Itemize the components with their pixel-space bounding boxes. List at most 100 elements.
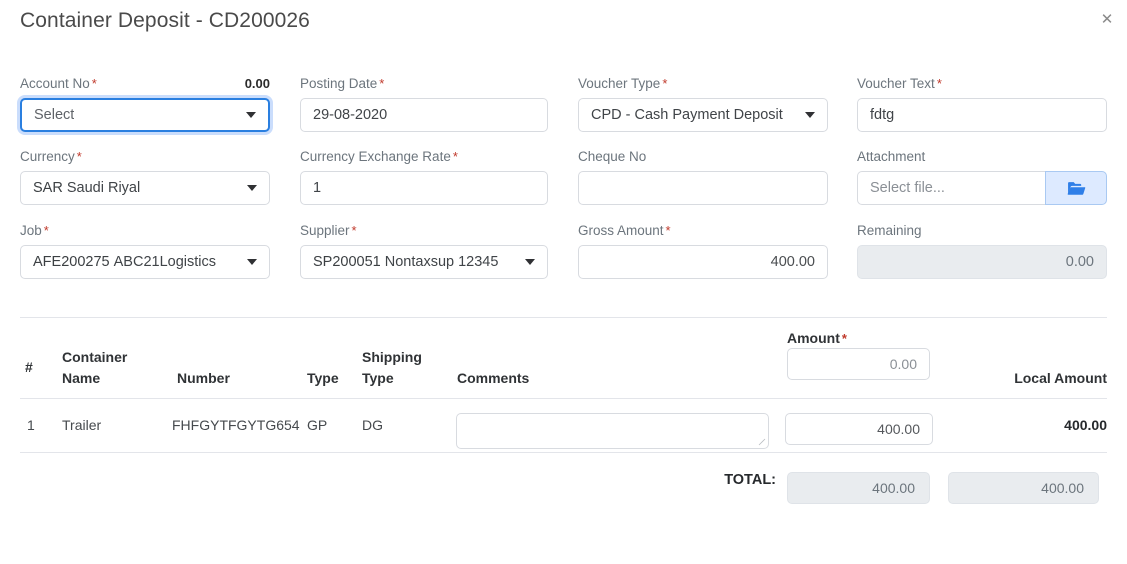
posting-date-input[interactable]: 29-08-2020 <box>300 98 548 132</box>
account-no-value: Select <box>34 107 75 123</box>
th-container-name-line2: Name <box>62 370 101 386</box>
field-supplier: Supplier * SP200051 Nontaxsup 12345 <box>300 223 548 279</box>
account-no-label: Account No * 0.00 <box>20 76 270 91</box>
table-header-divider <box>20 398 1107 399</box>
total-label: TOTAL: <box>724 472 776 488</box>
required-marker: * <box>76 149 82 164</box>
voucher-type-select[interactable]: CPD - Cash Payment Deposit <box>578 98 828 132</box>
field-attachment: Attachment Select file... <box>857 149 1107 205</box>
required-marker: * <box>452 149 458 164</box>
total-local-amount-field: 400.00 <box>948 472 1099 504</box>
total-amount-value: 400.00 <box>872 480 915 496</box>
attachment-label: Attachment <box>857 149 926 164</box>
required-marker: * <box>91 76 97 91</box>
gross-amount-label: Gross Amount * <box>578 223 671 238</box>
voucher-text-value: fdtg <box>870 107 895 123</box>
currency-exchange-rate-value: 1 <box>313 180 322 196</box>
th-container-name-line1: Container <box>62 349 128 365</box>
attachment-control: Select file... <box>857 171 1107 205</box>
currency-exchange-rate-label: Currency Exchange Rate * <box>300 149 458 164</box>
account-no-select[interactable]: Select <box>20 98 270 132</box>
th-amount: Amount * <box>787 330 847 346</box>
total-amount-field: 400.00 <box>787 472 930 504</box>
chevron-down-icon <box>525 259 535 265</box>
container-deposit-dialog: Container Deposit - CD200026 ✕ Account N… <box>0 0 1127 564</box>
cell-local-amount: 400.00 <box>1064 417 1107 433</box>
remaining-value: 0.00 <box>1065 254 1094 270</box>
chevron-down-icon <box>247 185 257 191</box>
th-local-amount: Local Amount <box>1014 370 1107 386</box>
cell-index: 1 <box>27 417 35 433</box>
currency-label: Currency * <box>20 149 82 164</box>
field-remaining: Remaining 0.00 <box>857 223 1107 279</box>
field-voucher-type: Voucher Type * CPD - Cash Payment Deposit <box>578 76 828 132</box>
table-row: 1 Trailer FHFGYTFGYTG654 GP DG 400.00 40… <box>0 408 1127 450</box>
folder-open-icon <box>1067 181 1085 195</box>
cell-container-name: Trailer <box>62 417 102 433</box>
field-gross-amount: Gross Amount * 400.00 <box>578 223 828 279</box>
posting-date-label: Posting Date * <box>300 76 385 91</box>
cell-type: GP <box>307 417 328 433</box>
section-divider-top <box>20 317 1107 318</box>
job-label: Job * <box>20 223 49 238</box>
required-marker: * <box>665 223 671 238</box>
required-marker: * <box>936 76 942 91</box>
th-comments: Comments <box>457 370 530 386</box>
job-select[interactable]: AFE200275 ABC21Logistics <box>20 245 270 279</box>
cheque-no-label: Cheque No <box>578 149 647 164</box>
attachment-browse-button[interactable] <box>1045 171 1107 205</box>
supplier-name: Nontaxsup 12345 <box>384 254 499 270</box>
field-currency: Currency * SAR Saudi Riyal <box>20 149 270 205</box>
field-cheque-no: Cheque No <box>578 149 828 205</box>
field-voucher-text: Voucher Text * fdtg <box>857 76 1107 132</box>
job-code: AFE200275 <box>33 254 110 270</box>
row-amount-input[interactable]: 400.00 <box>785 413 933 445</box>
required-marker: * <box>43 223 49 238</box>
chevron-down-icon <box>247 259 257 265</box>
th-shipping-type-line2: Type <box>362 370 394 386</box>
amount-header-input[interactable]: 0.00 <box>787 348 930 380</box>
voucher-type-label: Voucher Type * <box>578 76 668 91</box>
voucher-text-input[interactable]: fdtg <box>857 98 1107 132</box>
posting-date-value: 29-08-2020 <box>313 107 388 123</box>
th-shipping-type-line1: Shipping <box>362 349 422 365</box>
required-marker: * <box>662 76 668 91</box>
field-account-no: Account No * 0.00 Select <box>20 76 270 132</box>
cell-number: FHFGYTFGYTG654 <box>172 417 300 433</box>
voucher-text-label: Voucher Text * <box>857 76 942 91</box>
supplier-select[interactable]: SP200051 Nontaxsup 12345 <box>300 245 548 279</box>
resize-handle-icon[interactable] <box>758 438 766 446</box>
job-name: ABC21Logistics <box>113 254 216 270</box>
remaining-input: 0.00 <box>857 245 1107 279</box>
gross-amount-value: 400.00 <box>770 254 815 270</box>
th-index: # <box>25 359 33 375</box>
chevron-down-icon <box>805 112 815 118</box>
table-row-divider <box>20 452 1107 453</box>
field-currency-exchange-rate: Currency Exchange Rate * 1 <box>300 149 548 205</box>
cell-shipping-type: DG <box>362 417 383 433</box>
supplier-label: Supplier * <box>300 223 357 238</box>
table-total-row: TOTAL: 400.00 400.00 <box>0 462 1127 504</box>
currency-code: SAR <box>33 180 63 196</box>
remaining-label: Remaining <box>857 223 922 238</box>
currency-exchange-rate-input[interactable]: 1 <box>300 171 548 205</box>
currency-name: Saudi Riyal <box>66 180 141 196</box>
th-number: Number <box>177 370 230 386</box>
field-posting-date: Posting Date * 29-08-2020 <box>300 76 548 132</box>
required-marker: * <box>379 76 385 91</box>
row-amount-value: 400.00 <box>877 421 920 437</box>
field-job: Job * AFE200275 ABC21Logistics <box>20 223 270 279</box>
dialog-header: Container Deposit - CD200026 ✕ <box>0 0 1127 50</box>
total-local-amount-value: 400.00 <box>1041 480 1084 496</box>
currency-select[interactable]: SAR Saudi Riyal <box>20 171 270 205</box>
close-icon[interactable]: ✕ <box>1095 8 1119 32</box>
comments-textarea[interactable] <box>456 413 769 449</box>
cheque-no-input[interactable] <box>578 171 828 205</box>
attachment-file-input[interactable]: Select file... <box>857 171 1045 205</box>
required-marker: * <box>351 223 357 238</box>
supplier-code: SP200051 <box>313 254 381 270</box>
page-title: Container Deposit - CD200026 <box>20 9 310 32</box>
amount-header-input-value: 0.00 <box>889 356 917 372</box>
gross-amount-input[interactable]: 400.00 <box>578 245 828 279</box>
required-marker: * <box>841 331 847 346</box>
